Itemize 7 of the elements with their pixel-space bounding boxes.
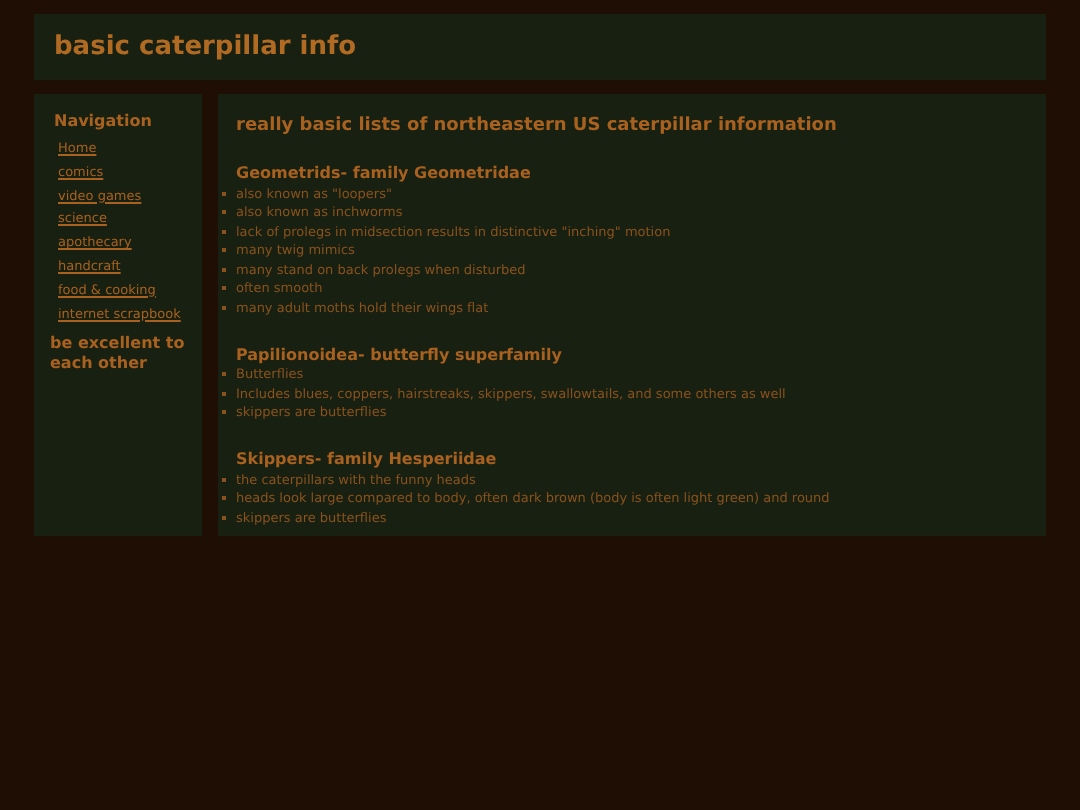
page-heading: really basic lists of northeastern US caterpillar information: [236, 116, 837, 136]
motto-text: be excellent to each other: [50, 334, 187, 375]
section-heading: Skippers- family Hesperiidae: [236, 450, 497, 468]
navigation-heading: Navigation: [54, 112, 154, 130]
site-title: basic caterpillar info: [54, 32, 357, 62]
section-heading: Geometrids- family Geometridae: [236, 164, 531, 182]
section-heading: Papilionoidea- butterfly superfamily: [236, 345, 562, 363]
